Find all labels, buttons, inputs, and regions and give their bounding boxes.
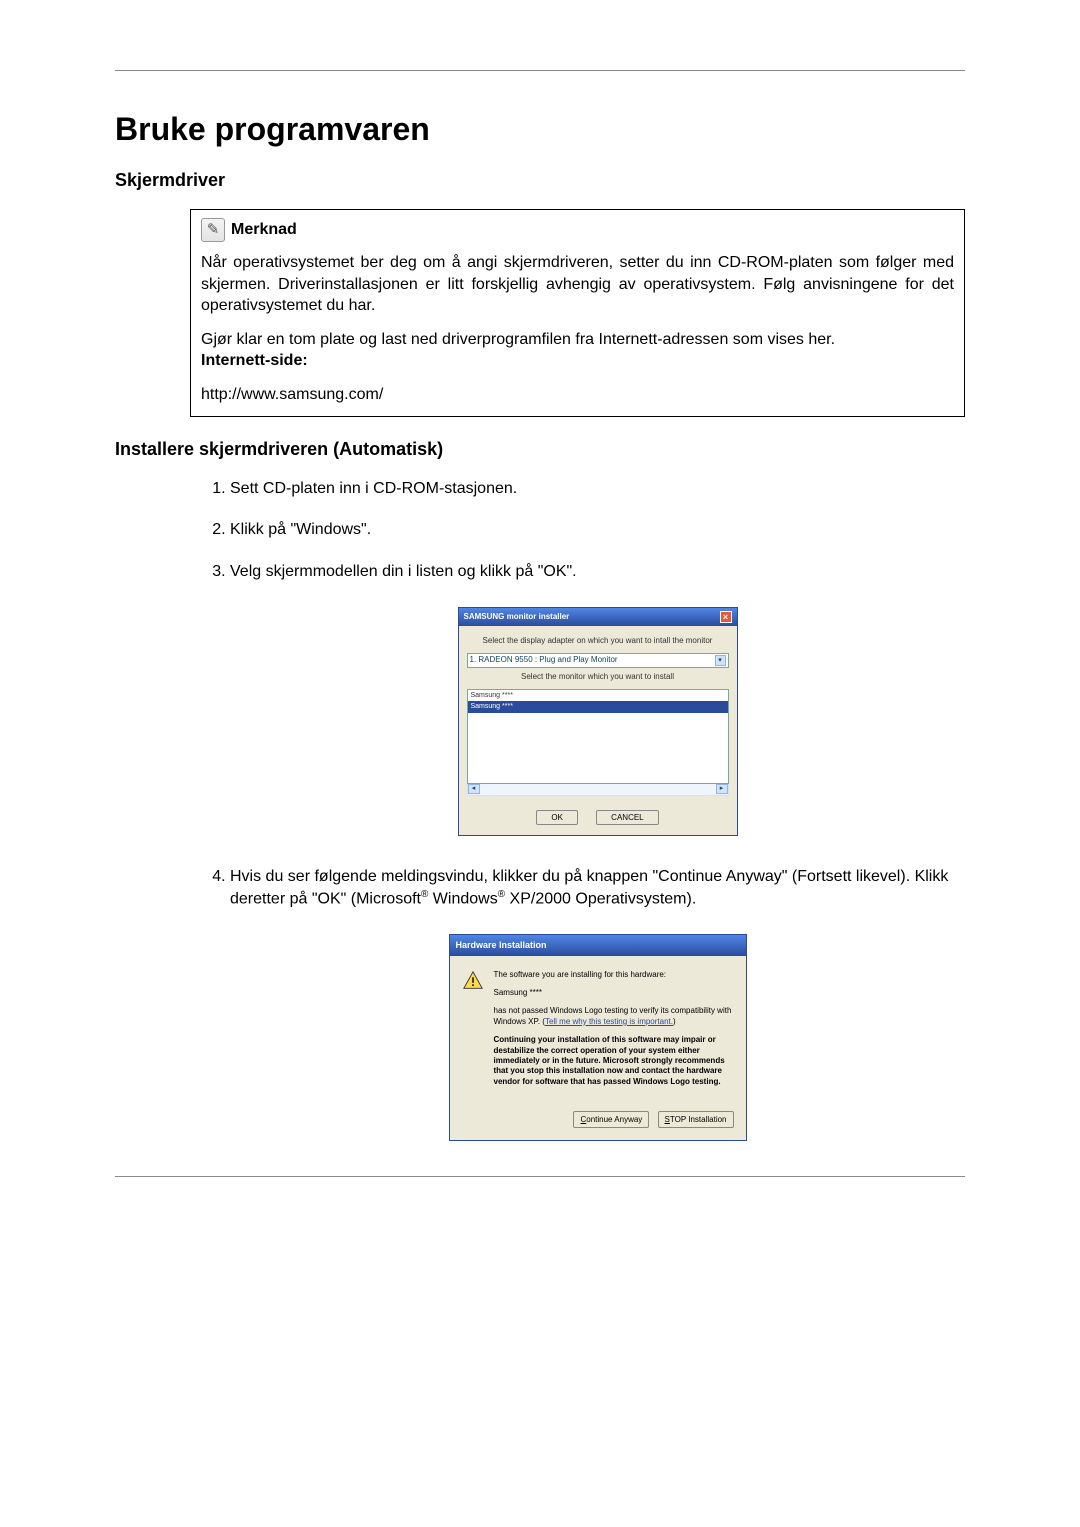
samsung-dialog-body: Select the display adapter on which you … [459,626,737,835]
step-3: Velg skjermmodellen din i listen og klik… [230,561,965,836]
samsung-dialog-buttons: OK CANCEL [467,810,729,825]
registered-mark-2: ® [498,889,505,900]
scroll-right-icon[interactable]: ▸ [716,784,728,794]
step-4-text-c: XP/2000 Operativsystem). [505,890,696,907]
step-2-text: Klikk på "Windows". [230,521,371,538]
adapter-instruction: Select the display adapter on which you … [467,636,729,647]
adapter-combobox[interactable]: 1. RADEON 9550 : Plug and Play Monitor ▾ [467,653,729,668]
continue-rest: ontinue Anyway [586,1115,642,1124]
note-icon: ✎ [201,218,225,242]
samsung-installer-dialog: SAMSUNG monitor installer × Select the d… [458,607,738,836]
hw-text-2: Samsung **** [494,988,734,998]
merknad-paragraph-2: Gjør klar en tom plate og last ned drive… [201,329,954,372]
ok-button[interactable]: OK [536,810,578,825]
step-2: Klikk på "Windows". [230,519,965,541]
hardware-dialog-text: The software you are installing for this… [494,970,734,1096]
hardware-dialog-buttons: Continue Anyway STOP Installation [450,1105,746,1140]
hardware-dialog-title: Hardware Installation [450,935,746,955]
page-top-rule [115,70,965,71]
warning-icon [462,970,484,992]
adapter-combo-value: 1. RADEON 9550 : Plug and Play Monitor [470,655,618,666]
monitor-list-item[interactable]: Samsung **** [468,690,728,701]
step-4-text-b: Windows [428,890,497,907]
stop-installation-button[interactable]: STOP Installation [658,1111,734,1128]
stop-rest: TOP Installation [670,1115,727,1124]
install-steps-list: Sett CD-platen inn i CD-ROM-stasjonen. K… [115,478,965,1142]
scroll-left-icon[interactable]: ◂ [468,784,480,794]
hardware-dialog-body: The software you are installing for this… [450,956,746,1106]
close-icon[interactable]: × [720,611,732,623]
monitor-listbox[interactable]: Samsung **** Samsung **** [467,689,729,784]
samsung-dialog-title: SAMSUNG monitor installer [464,612,570,623]
page-bottom-rule [115,1176,965,1177]
step-3-text: Velg skjermmodellen din i listen og klik… [230,563,577,580]
merknad-p2-text: Gjør klar en tom plate og last ned drive… [201,331,835,348]
continue-anyway-button[interactable]: Continue Anyway [573,1111,649,1128]
monitor-instruction: Select the monitor which you want to ins… [467,672,729,683]
step-1-text: Sett CD-platen inn i CD-ROM-stasjonen. [230,480,517,497]
step-4: Hvis du ser følgende meldingsvindu, klik… [230,866,965,1141]
hw-text-3b: ) [673,1017,676,1026]
logo-testing-link[interactable]: Tell me why this testing is important. [545,1017,673,1026]
step-1: Sett CD-platen inn i CD-ROM-stasjonen. [230,478,965,500]
hw-text-1: The software you are installing for this… [494,970,734,980]
merknad-box: ✎ Merknad Når operativsystemet ber deg o… [190,209,965,417]
merknad-paragraph-1: Når operativsystemet ber deg om å angi s… [201,252,954,317]
hardware-installation-dialog: Hardware Installation The software you a… [449,934,747,1141]
merknad-label: Merknad [231,219,297,241]
internett-url: http://www.samsung.com/ [201,384,954,406]
internett-side-label: Internett-side: [201,352,308,369]
samsung-dialog-titlebar: SAMSUNG monitor installer × [459,608,737,626]
section-installere-heading: Installere skjermdriveren (Automatisk) [115,439,965,460]
cancel-button[interactable]: CANCEL [596,810,658,825]
merknad-header: ✎ Merknad [201,218,954,242]
section-skjermdriver-heading: Skjermdriver [115,170,965,191]
horizontal-scrollbar[interactable]: ◂ ▸ [467,784,729,796]
chevron-down-icon[interactable]: ▾ [715,655,726,666]
hw-text-3: has not passed Windows Logo testing to v… [494,1006,734,1027]
page-title: Bruke programvaren [115,111,965,148]
hw-text-warning: Continuing your installation of this sof… [494,1035,734,1087]
monitor-list-item-selected[interactable]: Samsung **** [468,701,728,712]
